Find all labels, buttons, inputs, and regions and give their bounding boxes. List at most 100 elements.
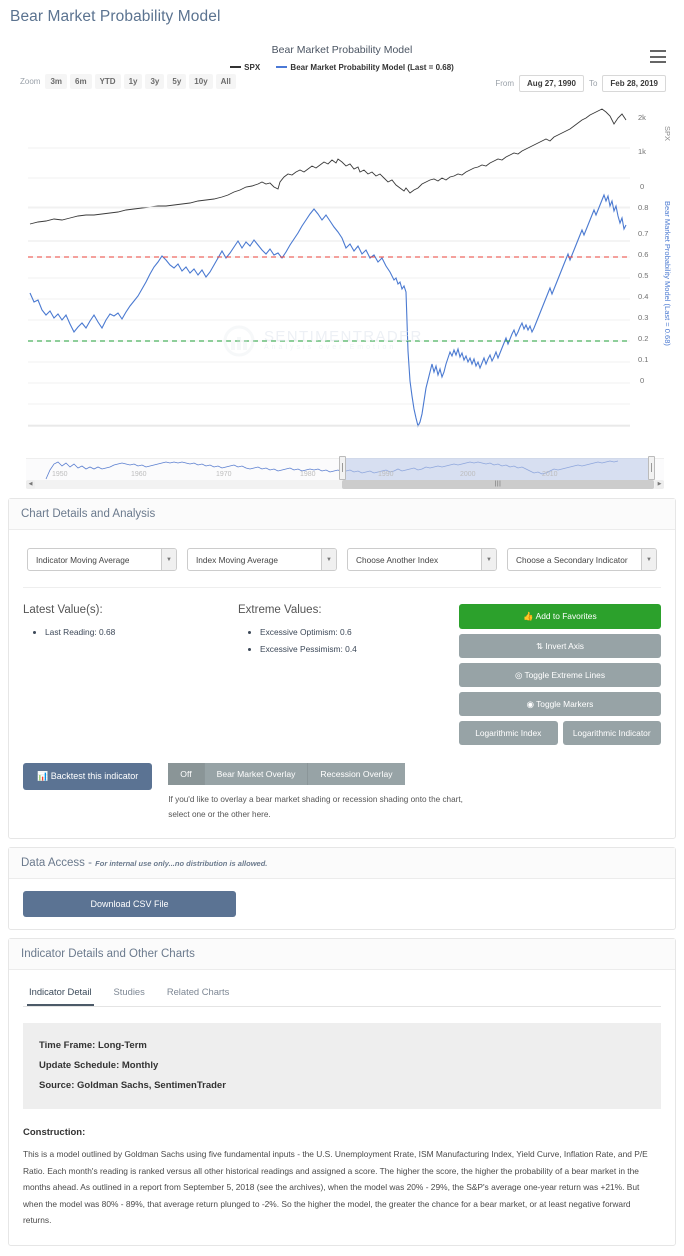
select-secondary-indicator[interactable]: Choose a Secondary Indicator ▼ [507,548,657,571]
zoom-button-all[interactable]: All [215,74,236,89]
logarithmic-indicator-button[interactable]: Logarithmic Indicator [562,721,661,745]
navigator-scrollbar[interactable]: ◀ ▶ ||| [26,480,664,489]
legend-swatch-model [276,65,288,68]
overlay-option-bear-market[interactable]: Bear Market Overlay [204,763,309,785]
hamburger-menu-icon[interactable] [650,50,666,63]
tab-indicator-detail[interactable]: Indicator Detail [27,982,94,1006]
construction-text: This is a model outlined by Goldman Sach… [23,1149,648,1225]
toggle-markers-button[interactable]: ◉ Toggle Markers [459,692,661,716]
select-index-moving-average[interactable]: Index Moving Average ▼ [187,548,337,571]
indicator-details-heading: Indicator Details and Other Charts [9,939,675,970]
from-date-input[interactable]: Aug 27, 1990 [519,75,584,92]
navigator-year-1980: 1980 [300,471,316,478]
svg-text:0.2: 0.2 [638,334,648,343]
data-access-panel: Data Access - For internal use only...no… [8,847,676,930]
bar-chart-icon: 📊 [37,771,49,781]
extreme-value-item: Excessive Optimism: 0.6 [260,624,453,640]
legend-item-model[interactable]: Bear Market Probability Model (Last = 0.… [276,63,454,72]
latest-value-item: Last Reading: 0.68 [45,624,238,640]
chevron-down-icon[interactable]: ▼ [641,549,656,570]
zoom-button-5y[interactable]: 5y [167,74,187,89]
indicator-tabs: Indicator Detail Studies Related Charts [23,982,661,1007]
meta-update-schedule: Update Schedule: Monthly [39,1060,159,1071]
tab-studies[interactable]: Studies [112,982,147,1006]
to-date-input[interactable]: Feb 28, 2019 [602,75,666,92]
overlay-option-recession[interactable]: Recession Overlay [308,763,405,785]
chart-legend: SPX Bear Market Probability Model (Last … [8,63,676,72]
svg-text:2k: 2k [638,113,646,122]
overlay-option-off[interactable]: Off [168,763,205,785]
navigator-year-2010: 2010 [542,471,558,478]
overlay-toggle-group: Off Bear Market Overlay Recession Overla… [168,763,486,785]
navigator-year-1950: 1950 [52,471,68,478]
navigator-year-1990: 1990 [378,471,394,478]
series-bear-market-probability [29,193,627,428]
chart-title: Bear Market Probability Model [271,44,413,56]
zoom-button-1y[interactable]: 1y [123,74,143,89]
chevron-down-icon[interactable]: ▼ [321,549,336,570]
toggle-markers-label: Toggle Markers [536,699,594,709]
select-another-index[interactable]: Choose Another Index ▼ [347,548,497,571]
select-secondary-indicator-value: Choose a Secondary Indicator [516,554,628,565]
invert-axis-button[interactable]: ⇅ Invert Axis [459,634,661,658]
extreme-values-heading: Extreme Values: [238,604,322,616]
logarithmic-index-button[interactable]: Logarithmic Index [459,721,558,745]
data-access-heading: Data Access - For internal use only...no… [9,848,675,879]
page-title: Bear Market Probability Model [10,8,221,25]
grid-top [28,147,630,209]
navigator-handle-left[interactable] [339,456,346,480]
range-selector-row: Zoom 3m 6m YTD 1y 3y 5y 10y All From Aug… [8,74,676,94]
legend-item-spx[interactable]: SPX [230,63,260,72]
svg-text:0: 0 [640,376,644,385]
from-label: From [495,79,515,88]
zoom-button-3y[interactable]: 3y [145,74,165,89]
indicator-details-panel: Indicator Details and Other Charts Indic… [8,938,676,1246]
chart-svg: 2k 1k 0 0.8 0.7 0.6 0.5 0.4 0.3 0.2 0.1 … [28,108,648,428]
svg-text:0.4: 0.4 [638,292,648,301]
toggle-extreme-lines-button[interactable]: ◎ Toggle Extreme Lines [459,663,661,687]
zoom-button-6m[interactable]: 6m [70,74,92,89]
svg-text:0: 0 [640,182,644,191]
download-csv-button[interactable]: Download CSV File [23,891,236,917]
scrollbar-thumb[interactable]: ||| [342,480,654,489]
extreme-values-block: Extreme Values: Excessive Optimism: 0.6 … [238,604,453,745]
meta-source: Source: Goldman Sachs, SentimenTrader [39,1080,226,1091]
chart-details-heading: Chart Details and Analysis [9,499,675,530]
data-access-title: Data Access - [21,857,92,869]
chevron-down-icon[interactable]: ▼ [161,549,176,570]
backtest-indicator-button[interactable]: 📊 Backtest this indicator [23,763,153,790]
svg-text:1k: 1k [638,147,646,156]
backtest-label: Backtest this indicator [50,771,139,781]
invert-axis-label: Invert Axis [545,641,584,651]
latest-values-block: Latest Value(s): Last Reading: 0.68 [23,604,238,745]
to-label: To [588,79,598,88]
zoom-button-3m[interactable]: 3m [45,74,68,89]
svg-text:0.5: 0.5 [638,271,648,280]
chevron-down-icon[interactable]: ▼ [481,549,496,570]
extreme-value-item: Excessive Pessimism: 0.4 [260,641,453,657]
add-to-favorites-button[interactable]: 👍 Add to Favorites [459,604,661,629]
scrollbar-left-arrow-icon[interactable]: ◀ [26,480,35,489]
navigator-handle-right[interactable] [648,456,655,480]
indicator-meta-box: Time Frame: Long-Term Update Schedule: M… [23,1023,661,1109]
meta-time-frame: Time Frame: Long-Term [39,1040,147,1051]
data-access-note: For internal use only...no distribution … [95,859,268,868]
zoom-button-10y[interactable]: 10y [189,74,213,89]
markers-icon: ◉ [526,699,534,709]
toggle-switch-icon: ◎ [514,670,523,680]
chart-navigator[interactable]: 1950 1960 1970 1980 1990 2000 2010 ◀ ▶ |… [26,456,664,489]
zoom-button-ytd[interactable]: YTD [94,74,121,89]
legend-label-model: Bear Market Probability Model (Last = 0.… [290,63,454,72]
svg-text:0.7: 0.7 [638,229,648,238]
add-to-favorites-label: Add to Favorites [535,611,597,621]
swap-vertical-icon: ⇅ [536,641,544,651]
chart-card: Bear Market Probability Model SPX Bear M… [8,40,676,490]
tab-related-charts[interactable]: Related Charts [165,982,232,1006]
svg-text:0.1: 0.1 [638,355,648,364]
scrollbar-right-arrow-icon[interactable]: ▶ [655,480,664,489]
svg-text:0.6: 0.6 [638,250,648,259]
chart-details-panel: Chart Details and Analysis Indicator Mov… [8,498,676,839]
select-indicator-moving-average[interactable]: Indicator Moving Average ▼ [27,548,177,571]
select-indicator-moving-average-value: Indicator Moving Average [36,554,130,565]
plot-area[interactable]: 2k 1k 0 0.8 0.7 0.6 0.5 0.4 0.3 0.2 0.1 … [8,96,676,428]
